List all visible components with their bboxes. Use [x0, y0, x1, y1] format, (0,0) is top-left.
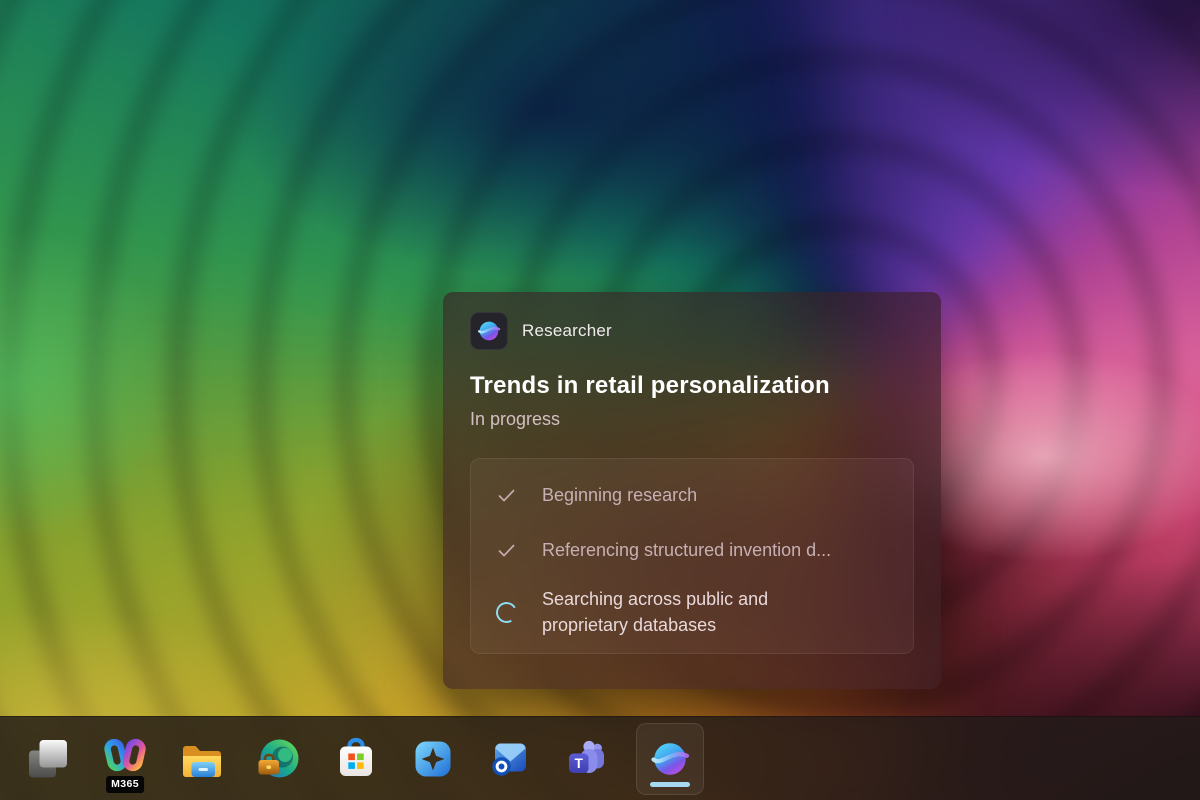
m365-badge: M365	[106, 776, 144, 792]
check-icon	[495, 540, 517, 561]
status-text: In progress	[470, 409, 914, 430]
taskbar-item-outlook[interactable]	[482, 723, 538, 795]
researcher-planet-icon	[648, 737, 692, 781]
researcher-app-icon-tile	[470, 312, 508, 350]
researcher-planet-icon	[476, 318, 502, 344]
taskbar-item-edge-for-business[interactable]	[251, 723, 307, 795]
sync-sparkle-icon	[409, 735, 457, 783]
check-icon	[495, 485, 517, 506]
step-label: Referencing structured invention d...	[542, 537, 831, 563]
taskbar: M365	[0, 716, 1200, 800]
card-header: Researcher	[470, 312, 914, 350]
folder-icon	[178, 735, 226, 783]
copilot-ribbon-icon	[101, 735, 149, 783]
task-title: Trends in retail personalization	[470, 372, 914, 400]
taskbar-item-recall[interactable]	[405, 723, 461, 795]
active-app-indicator	[650, 782, 690, 787]
taskbar-item-microsoft-365-copilot[interactable]: M365	[97, 723, 153, 795]
step-label: Searching across public and proprietary …	[542, 586, 838, 638]
progress-steps-panel: Beginning research Referencing structure…	[470, 458, 914, 654]
taskbar-item-file-explorer[interactable]	[174, 723, 230, 795]
outlook-envelope-icon	[486, 735, 534, 783]
researcher-progress-card[interactable]: Researcher Trends in retail personalizat…	[443, 292, 941, 689]
progress-spinner-icon	[495, 602, 517, 623]
taskbar-item-microsoft-store[interactable]	[328, 723, 384, 795]
teams-people-icon	[563, 735, 611, 783]
taskbar-item-teams[interactable]	[559, 723, 615, 795]
overlapping-windows-icon	[24, 735, 72, 783]
step-label: Beginning research	[542, 482, 697, 508]
taskbar-item-researcher-active[interactable]	[636, 723, 704, 795]
step-row-in-progress: Searching across public and proprietary …	[495, 578, 895, 646]
taskbar-item-task-view[interactable]	[20, 723, 76, 795]
edge-briefcase-icon	[255, 735, 303, 783]
app-name: Researcher	[522, 321, 612, 341]
store-bag-icon	[332, 735, 380, 783]
step-row-completed: Beginning research	[495, 468, 895, 523]
step-row-completed: Referencing structured invention d...	[495, 523, 895, 578]
